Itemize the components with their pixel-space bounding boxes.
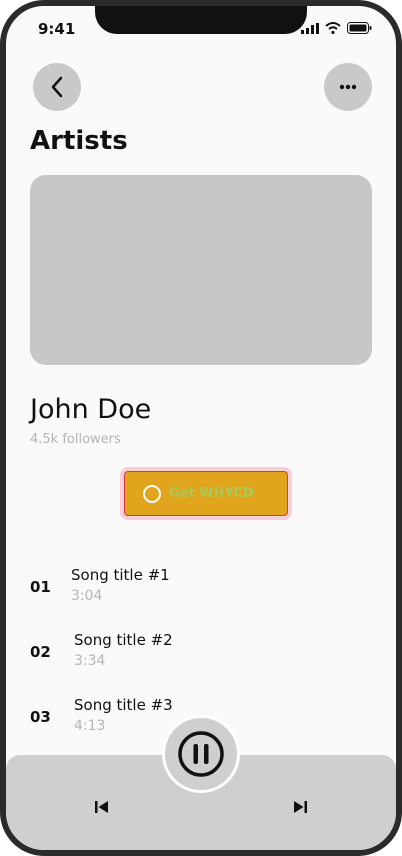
more-options-button[interactable] (324, 63, 372, 111)
circle-icon (143, 484, 161, 503)
wifi-icon (325, 22, 341, 34)
page-title: Artists (30, 126, 128, 156)
get-button-label: Get WHYCD (169, 486, 254, 501)
track-number: 02 (30, 643, 51, 661)
track-duration: 4:13 (74, 718, 106, 734)
notch (95, 6, 307, 34)
status-icons (301, 22, 372, 34)
skip-previous-icon (95, 801, 108, 813)
track-duration: 3:04 (71, 588, 103, 604)
track-duration: 3:34 (74, 653, 106, 669)
track-number: 03 (30, 708, 51, 726)
track-title: Song title #3 (74, 696, 173, 714)
pause-button[interactable] (162, 715, 240, 793)
skip-previous-button[interactable] (92, 799, 112, 815)
chevron-left-icon (51, 76, 63, 98)
skip-next-icon (294, 801, 307, 813)
get-button[interactable]: Get WHYCD (124, 471, 288, 516)
track-title: Song title #2 (74, 631, 173, 649)
status-time: 9:41 (38, 20, 76, 38)
artist-image (30, 175, 372, 365)
battery-icon (347, 22, 372, 34)
track-number: 01 (30, 578, 51, 596)
phone-frame: 9:41 Artists John Doe 4.5k followers Get… (0, 0, 402, 856)
back-button[interactable] (33, 63, 81, 111)
track-row[interactable]: 01 Song title #1 3:04 (30, 566, 360, 610)
followers-count: 4.5k followers (30, 432, 121, 447)
track-row[interactable]: 02 Song title #2 3:34 (30, 631, 360, 675)
pause-icon (178, 731, 224, 777)
track-title: Song title #1 (71, 566, 170, 584)
skip-next-button[interactable] (290, 799, 310, 815)
ellipsis-icon (339, 84, 357, 90)
signal-icon (301, 22, 319, 34)
artist-name: John Doe (30, 394, 152, 425)
